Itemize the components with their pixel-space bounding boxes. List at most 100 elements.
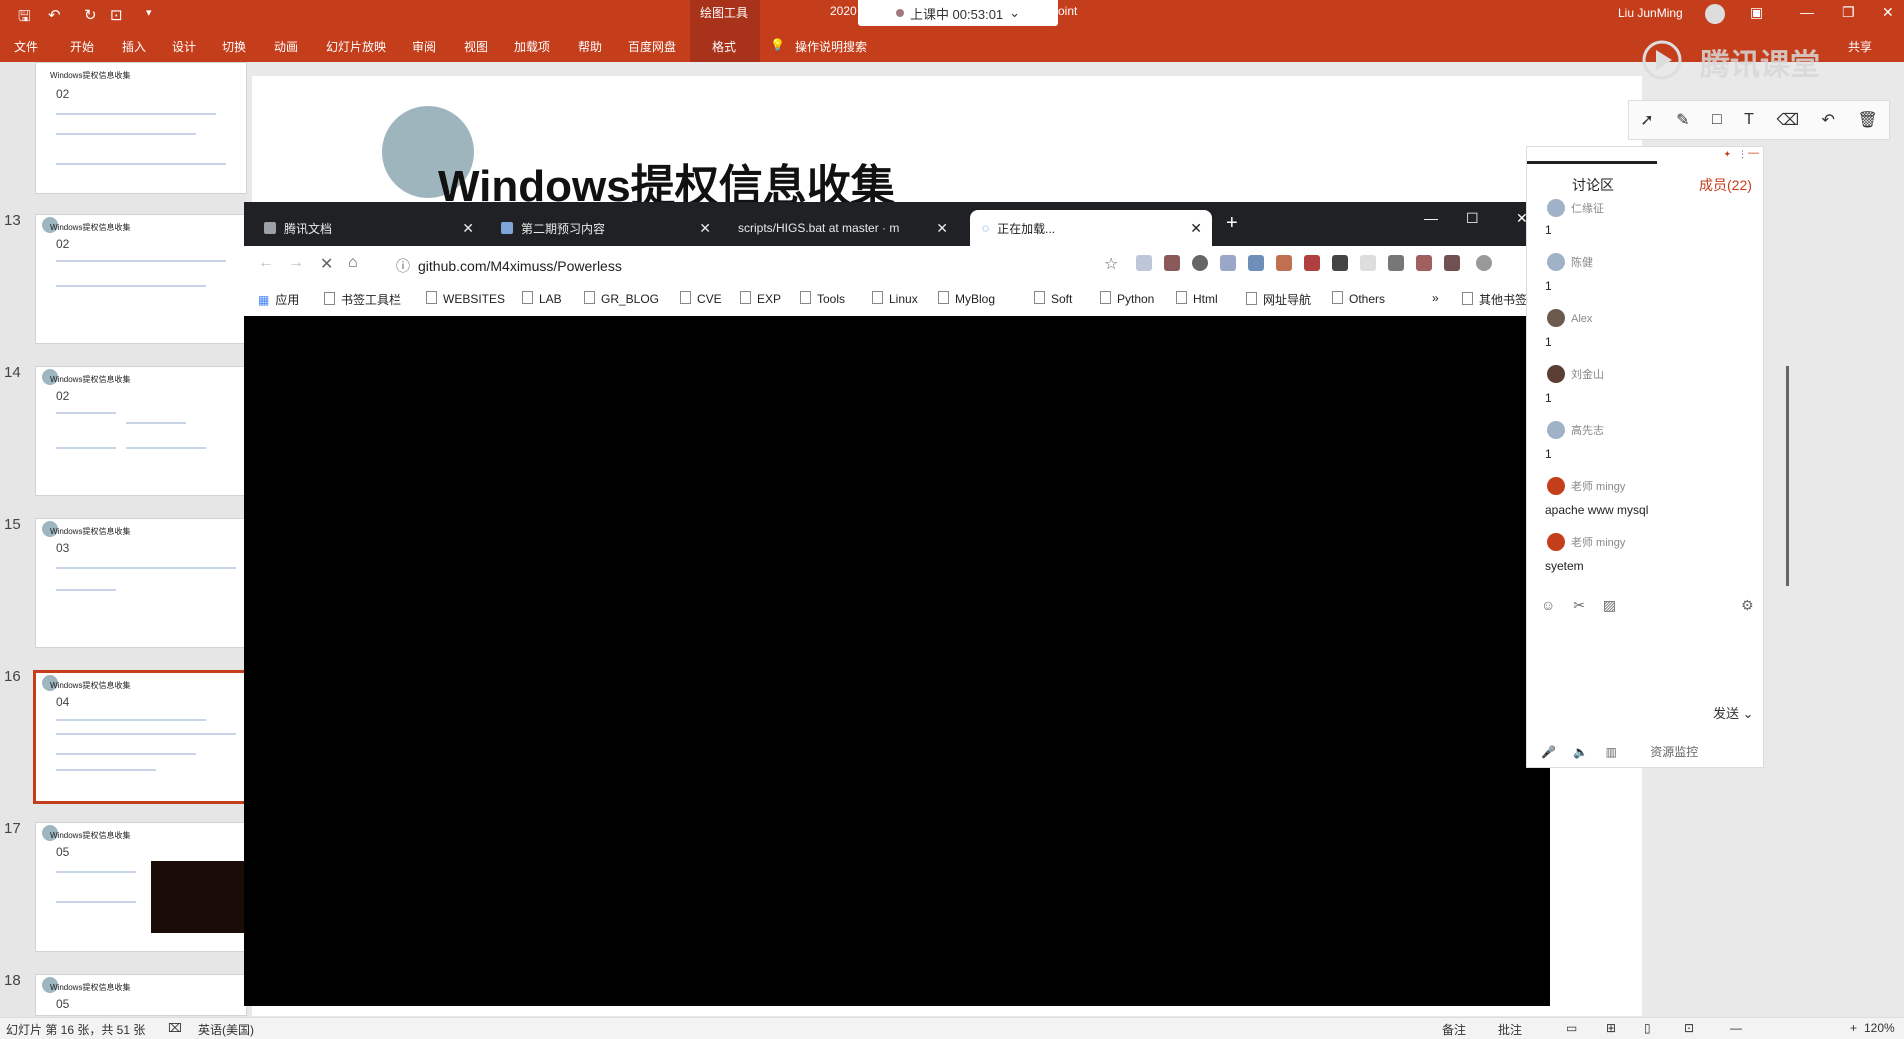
bookmark-folder[interactable]: CVE <box>680 291 722 306</box>
slide-thumbnail[interactable]: Windows提权信息收集 02 <box>35 62 247 194</box>
slide-thumbnail[interactable]: Windows提权信息收集 05 <box>35 974 247 1016</box>
close-tab-icon[interactable]: ✕ <box>699 220 711 237</box>
tab-format[interactable]: 格式 <box>712 38 736 55</box>
text-icon[interactable]: T <box>1744 111 1754 129</box>
bookmark-folder[interactable]: GR_BLOG <box>584 291 659 306</box>
extension-icon[interactable] <box>1416 255 1432 271</box>
language-indicator[interactable]: 英语(美国) <box>198 1021 254 1038</box>
rectangle-icon[interactable]: □ <box>1712 111 1722 129</box>
site-info-icon[interactable]: ⓘ <box>396 258 410 274</box>
maximize-icon[interactable]: ❐ <box>1842 4 1855 21</box>
speaker-icon[interactable]: 🔈 <box>1573 745 1588 759</box>
browser-tab[interactable]: 腾讯文档 ✕ <box>252 210 484 246</box>
extension-icon[interactable] <box>1164 255 1180 271</box>
slide-thumbnail[interactable]: Windows提权信息收集 03 <box>35 518 247 648</box>
extension-icon[interactable] <box>1248 255 1264 271</box>
bookmark-star-icon[interactable]: ☆ <box>1104 254 1118 274</box>
tab-baidu-netdisk[interactable]: 百度网盘 <box>628 38 676 55</box>
extension-icon[interactable] <box>1444 255 1460 271</box>
minimize-icon[interactable]: — <box>1424 210 1438 226</box>
bookmark-folder[interactable]: Linux <box>872 291 918 306</box>
browser-tab[interactable]: scripts/HIGS.bat at master · m ✕ <box>726 210 958 246</box>
profile-icon[interactable] <box>1476 255 1492 271</box>
tab-file[interactable]: 文件 <box>14 38 38 55</box>
stats-icon[interactable]: ▥ <box>1606 745 1617 759</box>
tab-discussion[interactable]: 讨论区 <box>1572 175 1614 195</box>
browser-tab-active[interactable]: ◌ 正在加载... ✕ <box>970 210 1212 246</box>
bookmark-folder[interactable]: Python <box>1100 291 1154 306</box>
ribbon-display-icon[interactable]: ▣ <box>1750 4 1763 21</box>
tab-animations[interactable]: 动画 <box>274 38 298 55</box>
extension-icon[interactable] <box>1220 255 1236 271</box>
extension-icon[interactable] <box>1332 255 1348 271</box>
close-tab-icon[interactable]: ✕ <box>462 220 474 237</box>
image-icon[interactable]: ▨ <box>1603 597 1616 613</box>
undo-icon[interactable]: ↶ <box>1822 110 1835 130</box>
slide-thumbnail[interactable]: Windows提权信息收集 02 <box>35 366 247 496</box>
account-name[interactable]: Liu JunMing <box>1618 6 1683 20</box>
bookmark-folder[interactable]: 书签工具栏 <box>324 291 401 308</box>
spellcheck-icon[interactable]: ⌧ <box>168 1021 182 1035</box>
slide-thumbnail[interactable]: Windows提权信息收集 02 <box>35 214 247 344</box>
pointer-icon[interactable]: ➚ <box>1640 110 1653 130</box>
new-tab-icon[interactable]: + <box>1226 212 1238 235</box>
emoji-icon[interactable]: ☺ <box>1541 597 1555 613</box>
bookmark-folder[interactable]: Tools <box>800 291 845 306</box>
scissors-icon[interactable]: ✂ <box>1573 597 1585 613</box>
customize-quick-access-icon[interactable]: ▾ <box>146 6 152 19</box>
more-icon[interactable]: ⋮ <box>1738 149 1747 160</box>
notes-button[interactable]: 备注 <box>1442 1021 1466 1038</box>
forward-icon[interactable]: → <box>288 254 304 272</box>
close-tab-icon[interactable]: ✕ <box>936 220 948 237</box>
close-tab-icon[interactable]: ✕ <box>1190 220 1202 237</box>
collapse-icon[interactable]: — <box>1748 147 1759 159</box>
tab-addins[interactable]: 加载项 <box>514 38 550 55</box>
extension-icon[interactable] <box>1388 255 1404 271</box>
slide-thumbnail[interactable]: Windows提权信息收集 05 <box>35 822 247 952</box>
zoom-level[interactable]: 120% <box>1864 1021 1895 1035</box>
normal-view-icon[interactable]: ▭ <box>1566 1021 1577 1035</box>
pen-icon[interactable]: ✎ <box>1676 110 1689 130</box>
bookmark-folder[interactable]: LAB <box>522 291 562 306</box>
tab-slideshow[interactable]: 幻灯片放映 <box>326 38 386 55</box>
tab-review[interactable]: 审阅 <box>412 38 436 55</box>
bookmark-apps[interactable]: ▦ 应用 <box>258 291 299 308</box>
page-content-loading[interactable] <box>244 316 1550 1006</box>
pin-icon[interactable]: ✦ <box>1723 149 1731 160</box>
extension-icon[interactable] <box>1360 255 1376 271</box>
minimize-icon[interactable]: — <box>1800 4 1814 20</box>
comments-button[interactable]: 批注 <box>1498 1021 1522 1038</box>
bookmark-folder[interactable]: Html <box>1176 291 1218 306</box>
bookmark-folder[interactable]: 网址导航 <box>1246 291 1311 308</box>
resource-monitor-label[interactable]: 资源监控 <box>1650 745 1698 759</box>
bookmark-folder[interactable]: MyBlog <box>938 291 995 306</box>
slide-sorter-icon[interactable]: ⊞ <box>1606 1021 1616 1035</box>
extension-icon[interactable] <box>1276 255 1292 271</box>
save-icon[interactable]: 🖫 <box>18 6 31 31</box>
tab-insert[interactable]: 插入 <box>122 38 146 55</box>
tell-me-search[interactable]: 操作说明搜索 <box>795 38 867 55</box>
share-button[interactable]: 共享 <box>1848 38 1872 55</box>
bookmark-folder[interactable]: Soft <box>1034 291 1072 306</box>
tab-view[interactable]: 视图 <box>464 38 488 55</box>
extension-icon[interactable] <box>1192 255 1208 271</box>
settings-icon[interactable]: ⚙ <box>1741 597 1754 614</box>
slideshow-icon[interactable]: ⊡ <box>1684 1021 1694 1035</box>
extension-icon[interactable] <box>1136 255 1152 271</box>
zoom-in-icon[interactable]: + <box>1850 1021 1857 1035</box>
redo-icon[interactable]: ↻ <box>84 6 97 24</box>
chevron-down-icon[interactable]: ⌄ <box>1009 5 1020 21</box>
undo-icon[interactable]: ↶ <box>48 6 61 24</box>
stop-loading-icon[interactable]: ✕ <box>320 254 333 274</box>
reading-view-icon[interactable]: ▯ <box>1644 1021 1651 1035</box>
slide-thumbnail-selected[interactable]: Windows提权信息收集 04 <box>33 670 249 804</box>
extension-icon[interactable] <box>1304 255 1320 271</box>
eraser-icon[interactable]: ⌫ <box>1776 110 1799 130</box>
bookmark-folder[interactable]: Others <box>1332 291 1385 306</box>
back-icon[interactable]: ← <box>258 254 274 272</box>
bookmark-folder[interactable]: EXP <box>740 291 781 306</box>
class-timer[interactable]: 上课中 00:53:01 ⌄ <box>858 0 1058 26</box>
chat-scrollbar[interactable] <box>1786 366 1789 586</box>
start-from-beginning-icon[interactable]: ⊡ <box>110 6 123 24</box>
bookmarks-overflow-icon[interactable]: » <box>1432 291 1439 305</box>
